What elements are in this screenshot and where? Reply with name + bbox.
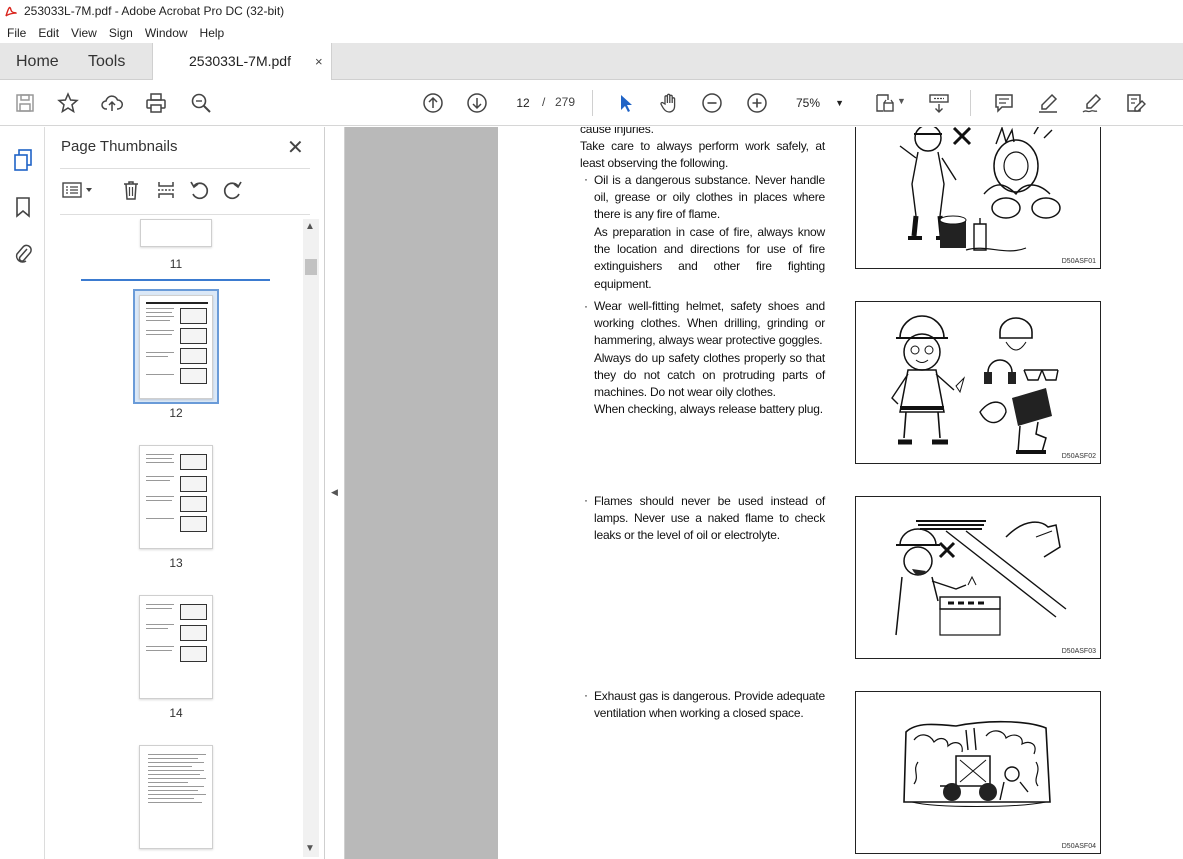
select-cursor-icon[interactable]	[614, 91, 638, 115]
toolbar-divider	[970, 90, 971, 116]
thumbnail-options-icon[interactable]	[59, 177, 97, 203]
page-display-chevron-icon[interactable]: ▼	[897, 96, 906, 106]
panel-collapse-handle[interactable]: ◀	[325, 127, 345, 859]
print-icon[interactable]	[144, 91, 168, 115]
menu-file[interactable]: File	[0, 26, 31, 40]
page-number-input[interactable]: 12	[508, 91, 538, 115]
zoom-search-icon[interactable]	[189, 91, 213, 115]
save-icon[interactable]	[13, 91, 37, 115]
thumbnail-label: 11	[169, 257, 183, 271]
tab-bar: Home Tools 253033L-7M.pdf ×	[0, 43, 1183, 80]
toolbar-divider	[592, 90, 593, 116]
paragraph-flames: Flames should never be used instead of l…	[594, 494, 825, 543]
chevron-down-icon: ▼	[835, 98, 844, 108]
page-thumbnail-14[interactable]	[139, 595, 213, 699]
illustration-fire-hazard: D50ASF01	[855, 127, 1101, 269]
next-page-icon[interactable]	[465, 91, 489, 115]
illustration-naked-flame: D50ASF03	[855, 496, 1101, 659]
paragraph-intro: Take care to always perform work safely,…	[580, 139, 825, 171]
close-tab-icon[interactable]: ×	[315, 43, 323, 80]
zoom-level-select[interactable]: 75% ▼	[790, 91, 850, 115]
page-separator: /	[542, 95, 546, 109]
tab-tools[interactable]: Tools	[88, 43, 125, 80]
fill-sign-icon[interactable]	[1124, 91, 1148, 115]
zoom-level-value: 75%	[796, 96, 821, 110]
menu-edit[interactable]: Edit	[31, 26, 64, 40]
paragraph-safety-clothes: Always do up safety clothes properly so …	[594, 351, 825, 400]
bookmark-star-icon[interactable]	[56, 91, 80, 115]
bullet-glyph: ·	[584, 493, 588, 507]
comment-icon[interactable]	[992, 91, 1016, 115]
previous-page-icon[interactable]	[421, 91, 445, 115]
tab-document-label: 253033L-7M.pdf	[189, 53, 291, 69]
delete-page-icon[interactable]	[118, 177, 144, 203]
thumbnail-label: 14	[169, 706, 183, 720]
attachments-icon[interactable]	[10, 240, 36, 266]
close-panel-icon[interactable]: ✕	[287, 135, 304, 160]
rotate-counterclockwise-icon[interactable]	[186, 177, 212, 203]
scroll-mode-icon[interactable]	[927, 91, 951, 115]
draw-sign-icon[interactable]	[1080, 91, 1104, 115]
page-display-icon[interactable]	[873, 91, 897, 115]
current-position-indicator	[81, 279, 270, 281]
page-thumbnail-12[interactable]	[139, 295, 213, 399]
bullet-glyph: ·	[584, 172, 588, 186]
paragraph-fire-preparation: As preparation in case of fire, always k…	[594, 225, 825, 291]
menu-help[interactable]: Help	[193, 26, 230, 40]
figure-caption: D50ASF03	[1061, 648, 1096, 655]
insert-page-icon[interactable]	[153, 177, 179, 203]
zoom-in-icon[interactable]	[745, 91, 769, 115]
upload-cloud-icon[interactable]	[100, 91, 124, 115]
paragraph-oil: Oil is a dangerous substance. Never hand…	[594, 173, 825, 222]
page-thumbnail-15[interactable]	[139, 745, 213, 849]
main-toolbar: 12 / 279 75% ▼ ▼	[0, 80, 1183, 126]
page-thumbnails-icon[interactable]	[10, 147, 36, 173]
bullet-glyph: ·	[584, 688, 588, 702]
thumbnail-scrollbar[interactable]: ▲ ▼	[303, 219, 319, 857]
page-thumbnail-13[interactable]	[139, 445, 213, 549]
tab-document[interactable]: 253033L-7M.pdf ×	[152, 43, 332, 80]
highlight-pen-icon[interactable]	[1036, 91, 1060, 115]
scroll-up-icon[interactable]: ▲	[305, 221, 315, 232]
paragraph-intro-fragment: cause injuries.	[580, 127, 654, 136]
page-thumbnail-11[interactable]	[140, 219, 212, 247]
thumbnail-label: 12	[169, 406, 183, 420]
menu-bar: File Edit View Sign Window Help	[0, 22, 1183, 43]
bullet-glyph: ·	[584, 299, 588, 313]
hand-tool-icon[interactable]	[657, 91, 681, 115]
acrobat-icon	[5, 6, 17, 17]
left-navigation-rail	[0, 127, 45, 859]
pdf-page: cause injuries. Take care to always perf…	[498, 127, 1183, 859]
bookmarks-icon[interactable]	[10, 194, 36, 220]
illustration-protective-gear: D50ASF02	[855, 301, 1101, 464]
menu-sign[interactable]: Sign	[102, 26, 138, 40]
scrollbar-thumb[interactable]	[305, 259, 317, 275]
menu-view[interactable]: View	[64, 26, 102, 40]
menu-window[interactable]: Window	[138, 26, 193, 40]
rotate-clockwise-icon[interactable]	[220, 177, 246, 203]
document-viewport[interactable]: cause injuries. Take care to always perf…	[345, 127, 1183, 859]
scroll-down-icon[interactable]: ▼	[305, 843, 315, 854]
page-total: 279	[555, 95, 576, 109]
title-bar: 253033L-7M.pdf - Adobe Acrobat Pro DC (3…	[0, 0, 1183, 22]
window-title: 253033L-7M.pdf - Adobe Acrobat Pro DC (3…	[24, 4, 285, 18]
collapse-arrow-icon[interactable]: ◀	[331, 487, 338, 498]
thumbnail-label: 13	[169, 556, 183, 570]
paragraph-battery: When checking, always release battery pl…	[594, 402, 823, 416]
panel-title: Page Thumbnails	[61, 138, 178, 155]
paragraph-exhaust: Exhaust gas is dangerous. Provide adequa…	[594, 689, 825, 721]
zoom-out-icon[interactable]	[700, 91, 724, 115]
tab-home[interactable]: Home	[16, 43, 59, 80]
figure-caption: D50ASF04	[1061, 843, 1096, 850]
panel-divider	[60, 168, 310, 169]
figure-caption: D50ASF01	[1061, 258, 1096, 265]
paragraph-clothing: Wear well-fitting helmet, safety shoes a…	[594, 299, 825, 348]
illustration-exhaust-gas: D50ASF04	[855, 691, 1101, 854]
figure-caption: D50ASF02	[1061, 453, 1096, 460]
panel-divider	[60, 214, 310, 215]
page-thumbnails-panel: Page Thumbnails ✕ 11 12 13 14 ▲ ▼	[45, 127, 325, 859]
